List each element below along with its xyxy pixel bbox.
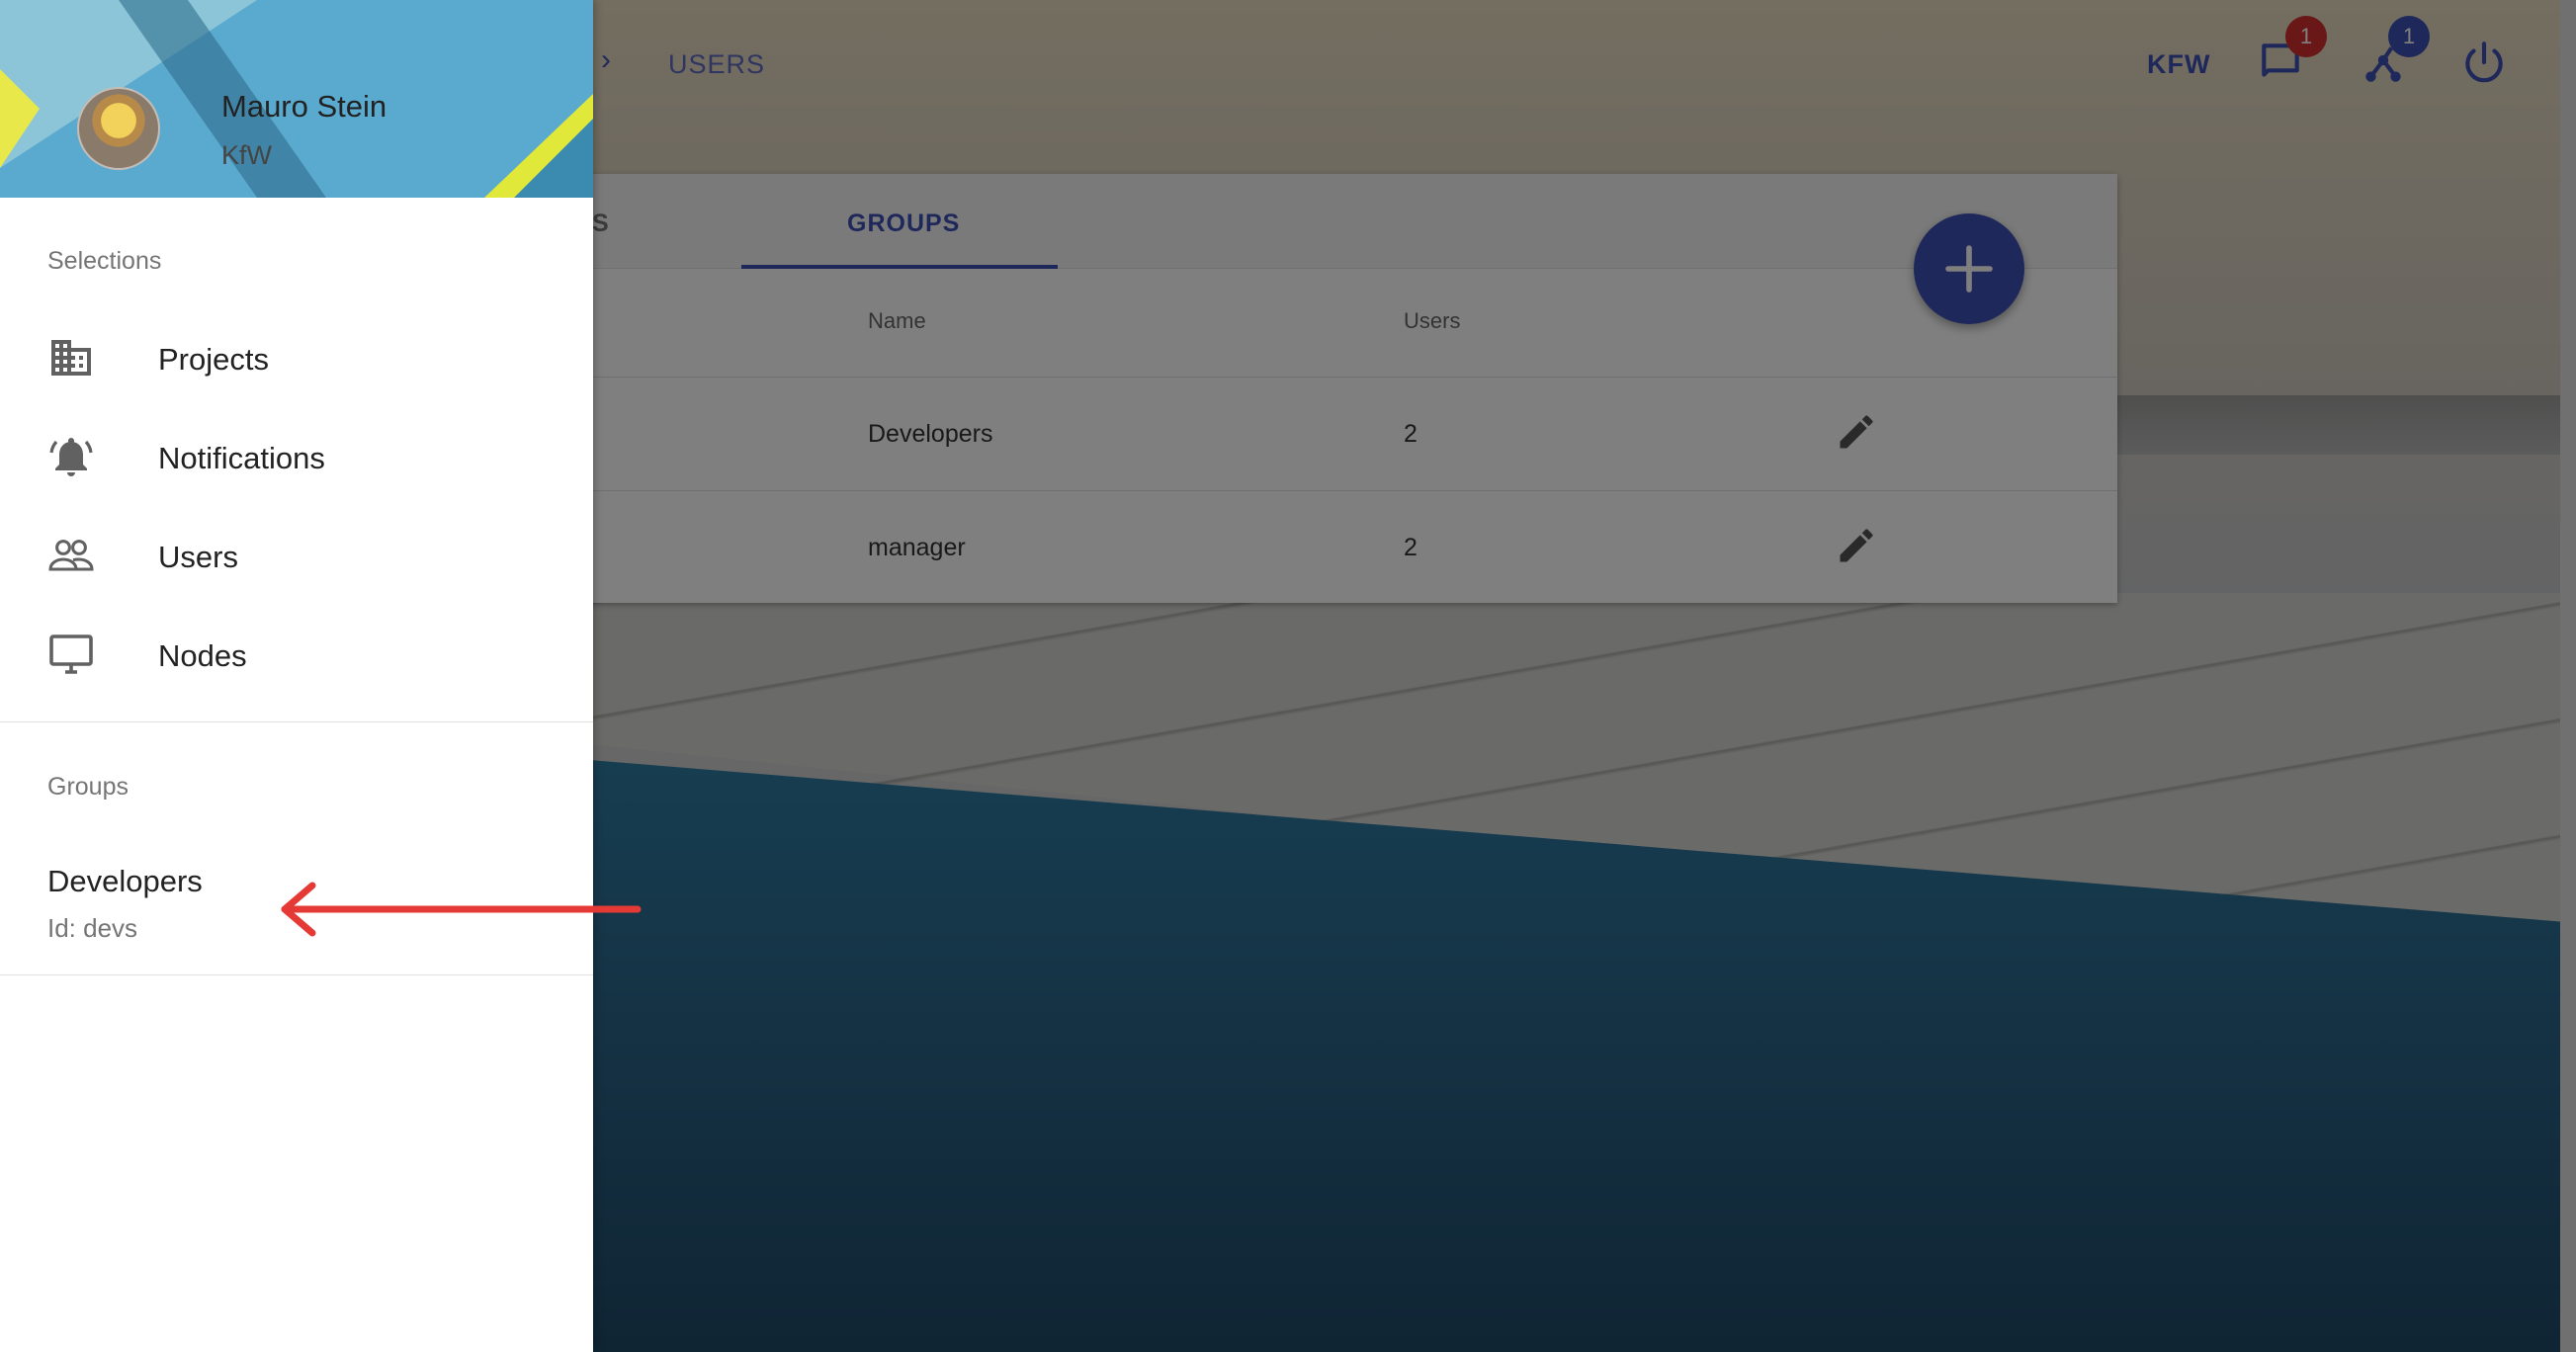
menu-item-projects[interactable]: Projects — [0, 308, 593, 407]
group-item-id: Id: devs — [47, 913, 138, 943]
menu-item-label: Notifications — [158, 441, 325, 475]
group-item-name: Developers — [47, 864, 203, 898]
business-icon — [51, 340, 91, 376]
menu-item-users[interactable]: Users — [0, 506, 593, 605]
menu-item-label: Nodes — [158, 638, 247, 673]
annotation-arrow — [281, 882, 642, 937]
user-name: Mauro Stein — [221, 89, 387, 124]
groups-section-label: Groups — [47, 773, 129, 801]
menu-item-label: Users — [158, 540, 238, 574]
alarm-icon — [49, 438, 93, 476]
drawer-header: Mauro Stein KfW — [0, 0, 593, 198]
user-organization: KfW — [221, 140, 272, 170]
desktop-icon — [49, 634, 93, 674]
selections-section-label: Selections — [47, 247, 162, 275]
drawer-divider — [0, 974, 593, 975]
drawer-divider — [0, 721, 593, 722]
avatar — [77, 87, 160, 170]
navigation-drawer: Mauro Stein KfW Selections Projects Noti… — [0, 0, 593, 1352]
menu-item-notifications[interactable]: Notifications — [0, 407, 593, 506]
people-icon — [48, 540, 94, 571]
menu-item-label: Projects — [158, 342, 269, 377]
menu-item-nodes[interactable]: Nodes — [0, 605, 593, 704]
